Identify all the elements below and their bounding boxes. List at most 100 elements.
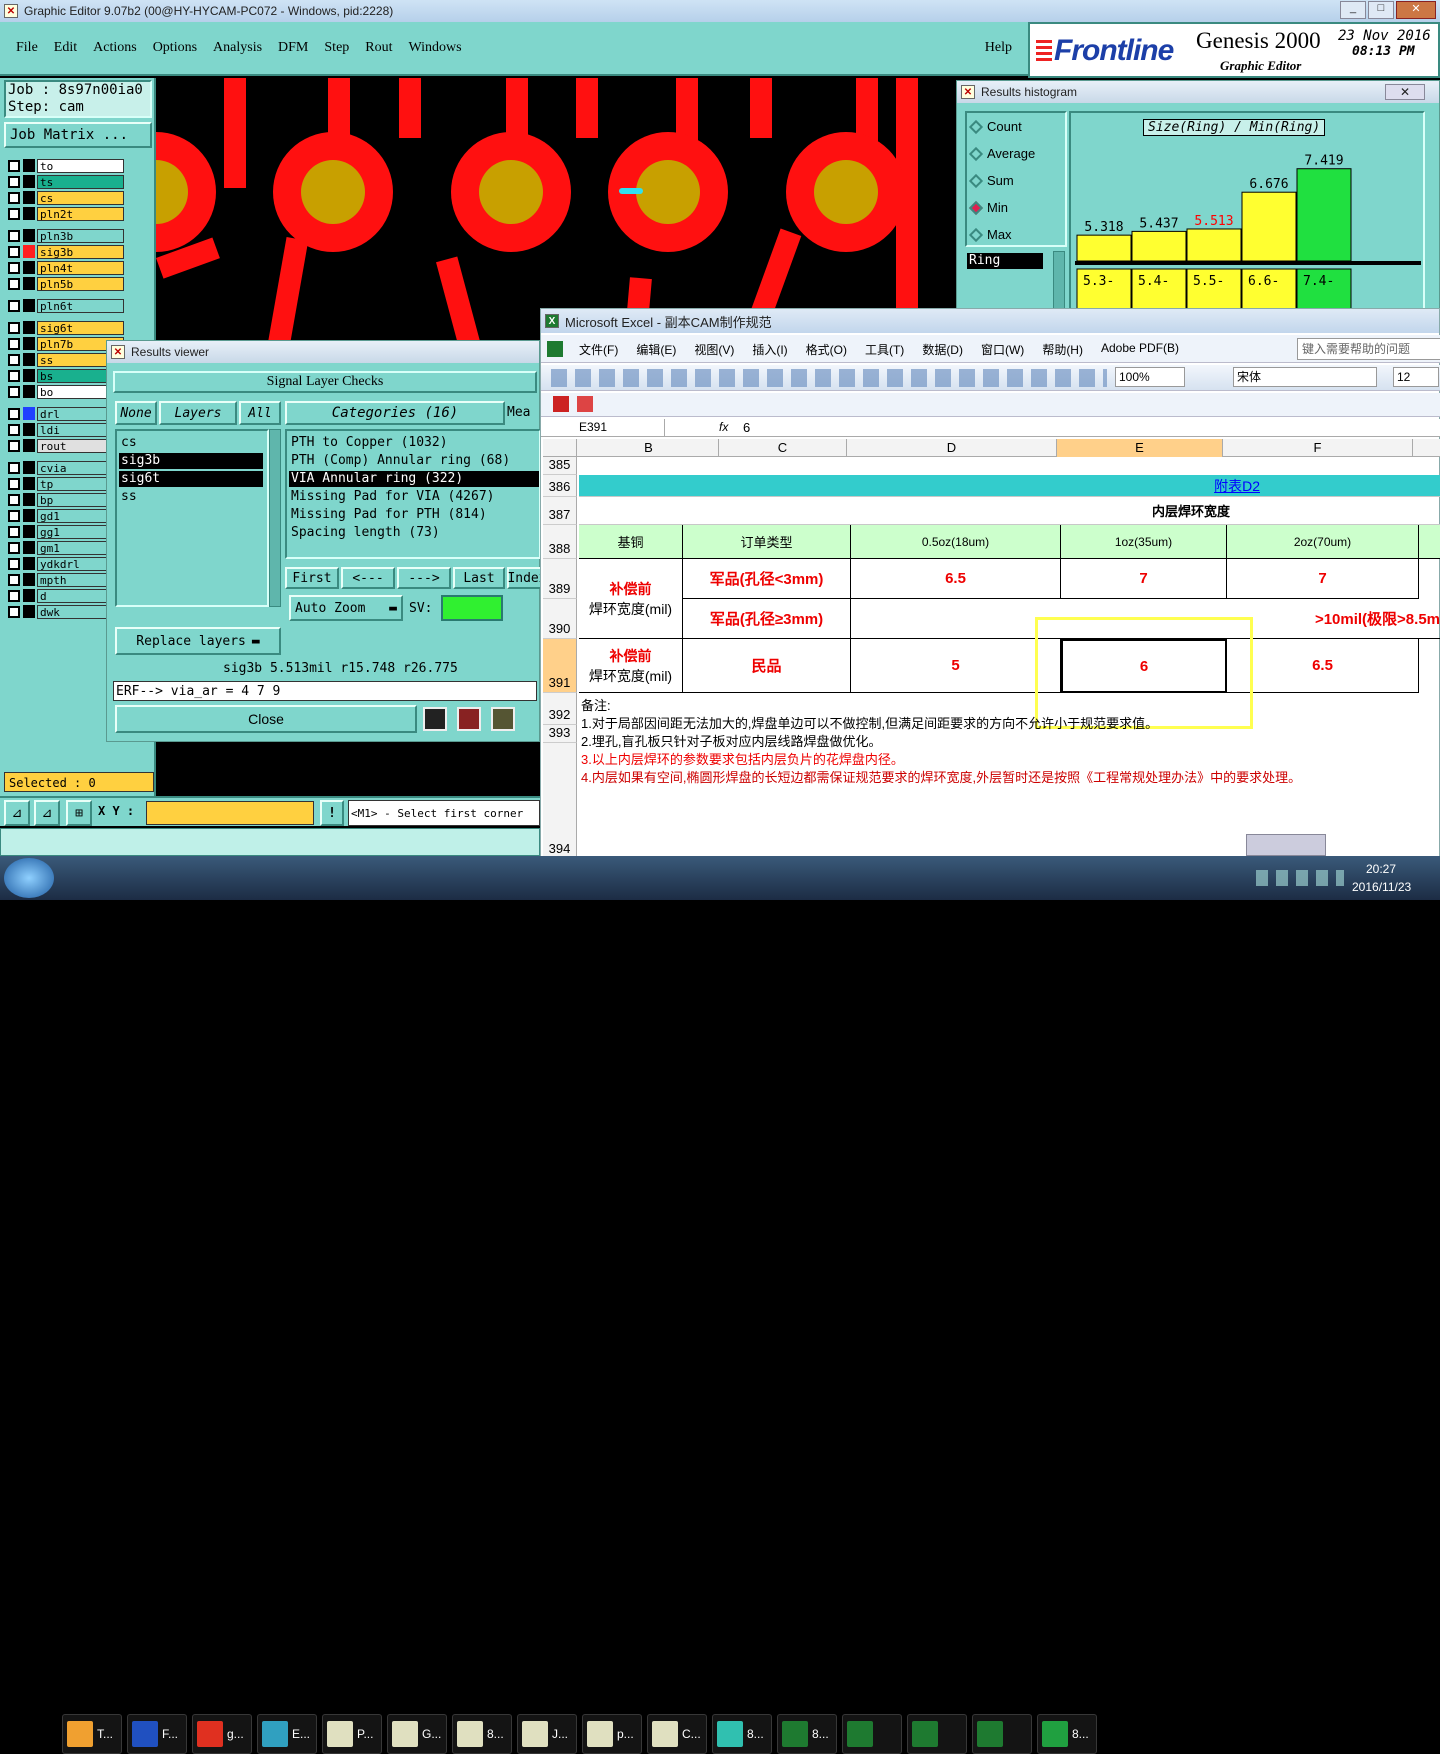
layer-checkbox[interactable] — [8, 229, 20, 242]
layer-row-pln5b[interactable]: pln5b — [8, 276, 124, 291]
close-button[interactable]: ✕ — [1396, 1, 1436, 19]
header-base[interactable]: 基铜 — [579, 525, 683, 559]
row390-order[interactable]: 军品(孔径≥3mm) — [683, 599, 851, 639]
header-g[interactable] — [1419, 525, 1440, 559]
menu-item-edit[interactable]: Edit — [46, 40, 85, 56]
row-header-392[interactable]: 392 — [543, 693, 577, 725]
layers-all-button[interactable]: All — [239, 401, 281, 425]
menu-item-rout[interactable]: Rout — [357, 40, 400, 56]
taskbar-button-14[interactable] — [972, 1714, 1032, 1754]
categories-list[interactable]: PTH to Copper (1032) PTH (Comp) Annular r… — [285, 429, 541, 559]
taskbar-button-13[interactable] — [907, 1714, 967, 1754]
close-results-button[interactable]: Close — [115, 705, 417, 733]
layer-checkbox[interactable] — [8, 299, 20, 312]
excel-menu-item-1[interactable]: 编辑(E) — [636, 341, 676, 358]
histogram-bar-3[interactable] — [1241, 191, 1297, 262]
histogram-bar-0[interactable] — [1076, 234, 1132, 262]
excel-help-input[interactable]: 键入需要帮助的问题 — [1297, 338, 1440, 360]
header-d[interactable]: 0.5oz(18um) — [851, 525, 1061, 559]
layer-checkbox[interactable] — [8, 407, 20, 420]
row389-f[interactable]: 7 — [1227, 559, 1419, 599]
excel-menu-item-0[interactable]: 文件(F) — [579, 341, 618, 358]
tool-measure-icon[interactable]: ⊿ — [34, 800, 60, 826]
taskbar-button-12[interactable] — [842, 1714, 902, 1754]
taskbar-button-1[interactable]: F... — [127, 1714, 187, 1754]
zoom-select[interactable]: 100% — [1115, 367, 1185, 387]
layer-row-to[interactable]: to — [8, 158, 124, 173]
layer-row-cs[interactable]: cs — [8, 190, 124, 205]
nav-button-1[interactable]: <--- — [341, 567, 395, 589]
excel-menu-item-3[interactable]: 插入(I) — [752, 341, 787, 358]
row391-order[interactable]: 民品 — [683, 639, 851, 693]
row-header-388[interactable]: 388 — [543, 525, 577, 559]
results-category-item[interactable]: VIA Annular ring (322) — [289, 471, 539, 487]
layer-checkbox[interactable] — [8, 321, 20, 334]
histogram-option-max[interactable]: Max — [968, 227, 1012, 242]
excel-menu-item-2[interactable]: 视图(V) — [694, 341, 734, 358]
row389-order[interactable]: 军品(孔径<3mm) — [683, 559, 851, 599]
excel-menu-item-9[interactable]: Adobe PDF(B) — [1101, 341, 1179, 358]
row-header-390[interactable]: 390 — [543, 599, 577, 639]
row389-e[interactable]: 7 — [1061, 559, 1227, 599]
menu-item-dfm[interactable]: DFM — [270, 40, 316, 56]
formula-input[interactable]: 6 — [743, 419, 750, 436]
histogram-field-scrollbar[interactable] — [1053, 251, 1065, 311]
taskbar-button-15[interactable]: 8... — [1037, 1714, 1097, 1754]
taskbar-button-6[interactable]: 8... — [452, 1714, 512, 1754]
layer-row-pln3b[interactable]: pln3b — [8, 228, 124, 243]
layer-row-ts[interactable]: ts — [8, 174, 124, 189]
layer-checkbox[interactable] — [8, 159, 20, 172]
layer-checkbox[interactable] — [8, 461, 20, 474]
menu-item-file[interactable]: File — [8, 40, 46, 56]
layer-row-sig6t[interactable]: sig6t — [8, 320, 124, 335]
menu-item-windows[interactable]: Windows — [401, 40, 470, 56]
row-header-387[interactable]: 387 — [543, 497, 577, 525]
layer-checkbox[interactable] — [8, 337, 20, 350]
histogram-bar-2[interactable] — [1186, 228, 1242, 262]
results-category-item[interactable]: PTH to Copper (1032) — [289, 435, 539, 451]
excel-menu-item-7[interactable]: 窗口(W) — [981, 341, 1024, 358]
row389-d[interactable]: 6.5 — [851, 559, 1061, 599]
clock-date[interactable]: 2016/11/23 — [1352, 880, 1411, 894]
row391-label[interactable]: 补偿前 焊环宽度(mil) — [579, 639, 683, 693]
layer-checkbox[interactable] — [8, 477, 20, 490]
row391-f[interactable]: 6.5 — [1227, 639, 1419, 693]
layer-checkbox[interactable] — [8, 385, 20, 398]
results-layer-item[interactable]: ss — [119, 489, 263, 505]
toolbar-icons[interactable] — [551, 369, 1107, 387]
results-export-icon[interactable] — [457, 707, 481, 731]
results-category-item[interactable]: Missing Pad for PTH (814) — [289, 507, 539, 523]
taskbar-button-11[interactable]: 8... — [777, 1714, 837, 1754]
results-layer-item[interactable]: sig6t — [119, 471, 263, 487]
header-e[interactable]: 1oz(35um) — [1061, 525, 1227, 559]
tool-grid-icon[interactable]: ⊞ — [66, 800, 92, 826]
taskbar-button-8[interactable]: p... — [582, 1714, 642, 1754]
layer-checkbox[interactable] — [8, 509, 20, 522]
nav-button-3[interactable]: Last — [453, 567, 505, 589]
select-all-corner[interactable] — [543, 439, 577, 457]
tray-icons[interactable] — [1256, 870, 1344, 886]
layer-row-pln4t[interactable]: pln4t — [8, 260, 124, 275]
clock-time[interactable]: 20:27 — [1366, 862, 1396, 876]
help-menu[interactable]: Help — [985, 40, 1012, 56]
results-layer-item[interactable]: cs — [119, 435, 263, 451]
column-header-D[interactable]: D — [847, 439, 1057, 457]
job-matrix-button[interactable]: Job Matrix ... — [4, 122, 152, 148]
layer-row-sig3b[interactable]: sig3b — [8, 244, 124, 259]
nav-button-2[interactable]: ---> — [397, 567, 451, 589]
layer-checkbox[interactable] — [8, 423, 20, 436]
histogram-option-min[interactable]: Min — [968, 200, 1008, 215]
excel-menu-item-6[interactable]: 数据(D) — [922, 341, 963, 358]
taskbar-button-10[interactable]: 8... — [712, 1714, 772, 1754]
histogram-bar-4[interactable] — [1296, 168, 1352, 262]
taskbar-button-0[interactable]: T... — [62, 1714, 122, 1754]
minimize-button[interactable]: _ — [1340, 1, 1366, 19]
pdf-mail-icon[interactable] — [577, 396, 593, 412]
row389-label[interactable]: 补偿前 焊环宽度(mil) — [579, 559, 683, 639]
row-header-393[interactable]: 393 — [543, 725, 577, 743]
layer-checkbox[interactable] — [8, 573, 20, 586]
maximize-button[interactable]: □ — [1368, 1, 1394, 19]
header-f[interactable]: 2oz(70um) — [1227, 525, 1419, 559]
results-category-item[interactable]: Missing Pad for VIA (4267) — [289, 489, 539, 505]
warning-icon[interactable]: ! — [320, 800, 344, 826]
